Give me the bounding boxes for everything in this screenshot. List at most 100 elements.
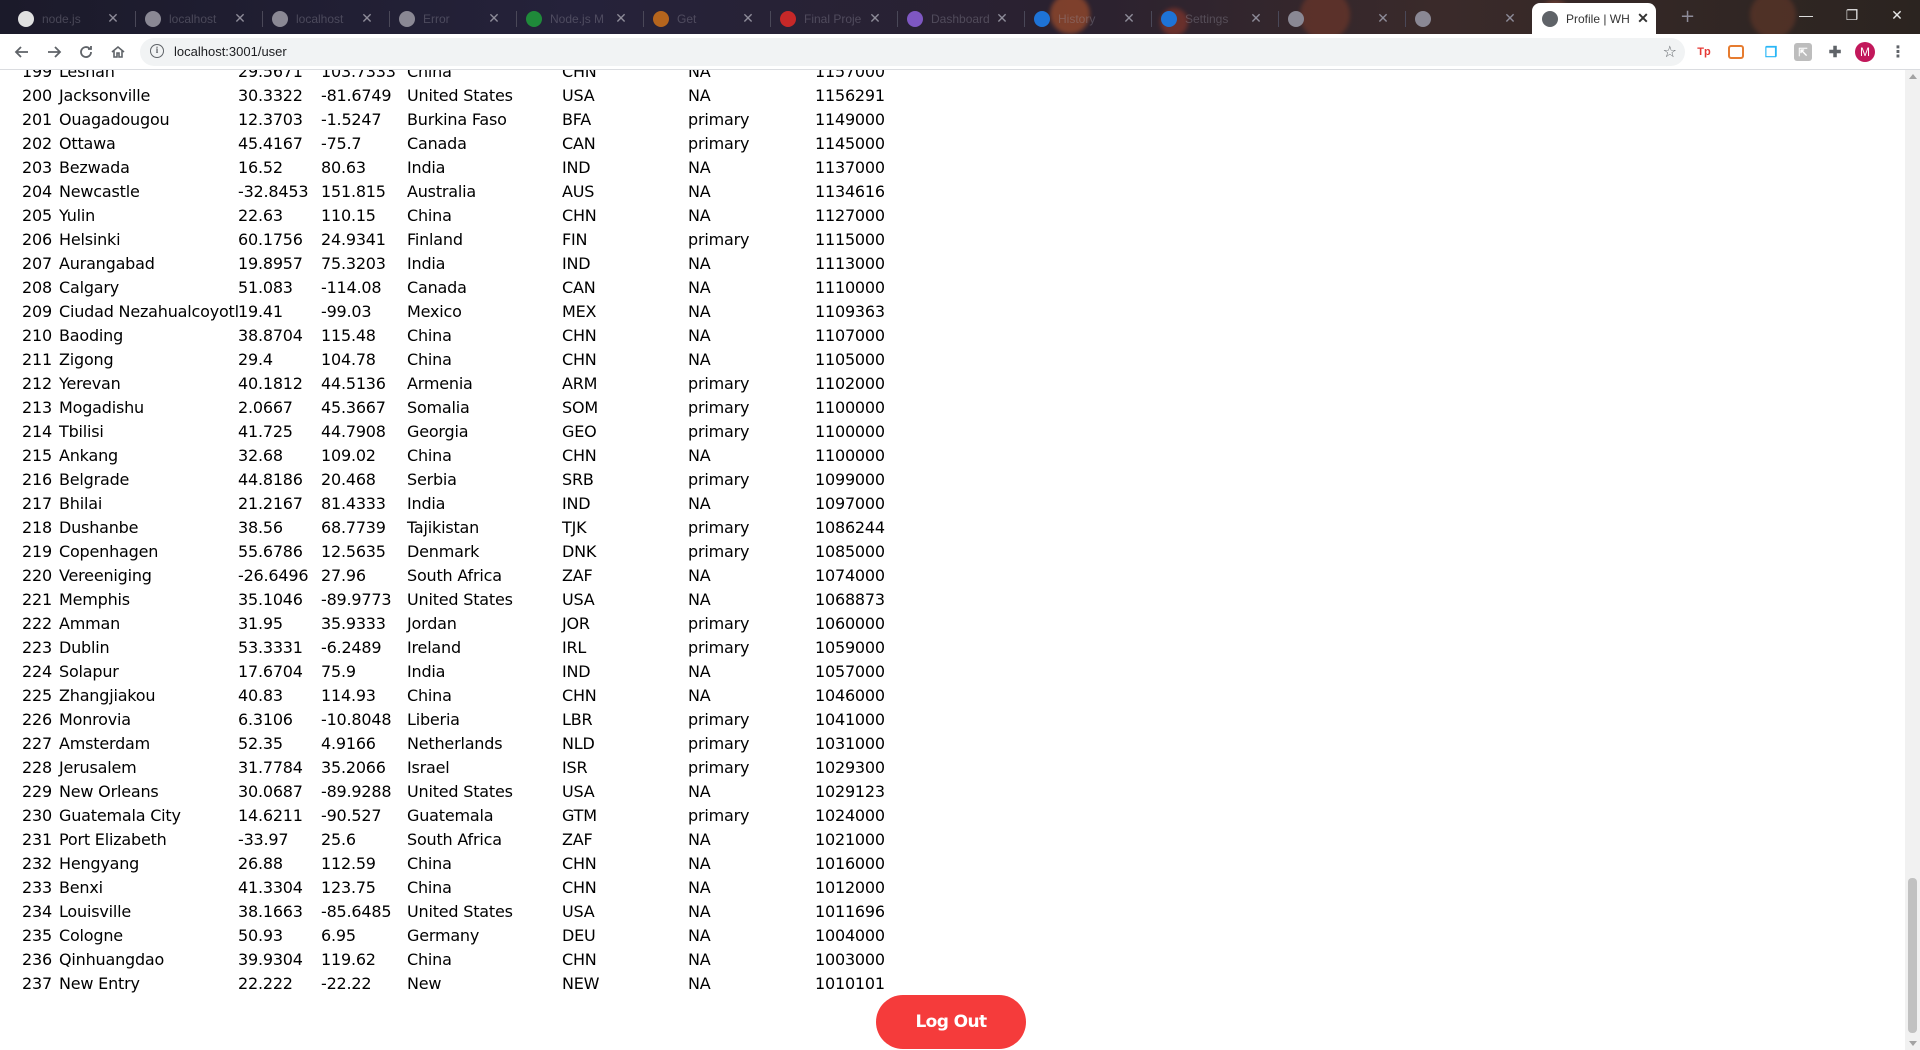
latitude-cell: 14.6211	[238, 806, 303, 825]
city-name-cell: Ciudad Nezahualcoyotl	[59, 302, 239, 321]
longitude-cell: 115.48	[321, 326, 376, 345]
city-name-cell: Yulin	[59, 206, 96, 225]
capital-status-cell: NA	[688, 974, 711, 993]
iso3-cell: IND	[562, 662, 591, 681]
globe-icon	[1288, 10, 1304, 27]
logout-button[interactable]: Log Out	[876, 995, 1026, 1049]
browser-tab[interactable]: localhost ✕	[135, 3, 253, 34]
tab-close-icon[interactable]: ✕	[1122, 10, 1136, 27]
browser-tab[interactable]: Settings ✕	[1151, 3, 1269, 34]
tab-close-icon[interactable]: ✕	[1636, 10, 1650, 27]
country-cell: New	[407, 974, 442, 993]
browser-tab[interactable]: Final Proje ✕	[770, 3, 888, 34]
latitude-cell: 16.52	[238, 158, 283, 177]
close-window-button[interactable]: ✕	[1874, 0, 1920, 30]
latitude-cell: 31.7784	[238, 758, 303, 777]
tab-close-icon[interactable]: ✕	[741, 10, 755, 27]
tab-title: localhost	[296, 11, 344, 26]
scroll-down-icon[interactable]	[1909, 1041, 1917, 1046]
population-cell: 1157000	[815, 70, 885, 81]
country-cell: Somalia	[407, 398, 470, 417]
tab-title: Get	[677, 11, 697, 26]
country-cell: India	[407, 662, 446, 681]
city-name-cell: Cologne	[59, 926, 123, 945]
iso3-cell: IND	[562, 494, 591, 513]
city-name-cell: Jacksonville	[59, 86, 151, 105]
capital-status-cell: primary	[688, 398, 750, 417]
forward-button[interactable]	[42, 40, 66, 64]
home-button[interactable]	[106, 40, 130, 64]
browser-tab[interactable]: Dashboard ✕	[897, 3, 1015, 34]
scrollbar-thumb[interactable]	[1908, 878, 1917, 1033]
bookmark-star-icon[interactable]: ☆	[1663, 42, 1677, 61]
puzzle-icon[interactable]: ✚	[1826, 43, 1844, 61]
browser-tab[interactable]: node.js ✕	[8, 3, 126, 34]
address-bar[interactable]: i localhost:3001/user ☆	[140, 38, 1685, 66]
population-cell: 1115000	[815, 230, 885, 249]
row-id-cell: 207	[22, 254, 52, 273]
back-button[interactable]	[10, 40, 34, 64]
tab-close-icon[interactable]: ✕	[487, 10, 501, 27]
tab-active-profile[interactable]: Profile | WH ✕	[1532, 3, 1656, 34]
row-id-cell: 222	[22, 614, 52, 633]
row-id-cell: 228	[22, 758, 52, 777]
tab-close-icon[interactable]: ✕	[1376, 10, 1390, 27]
iso3-cell: IND	[562, 158, 591, 177]
tab-close-icon[interactable]: ✕	[995, 10, 1009, 27]
iso3-cell: USA	[562, 590, 595, 609]
home-icon	[111, 45, 125, 58]
url-text[interactable]: localhost:3001/user	[174, 44, 287, 59]
longitude-cell: 6.95	[321, 926, 356, 945]
latitude-cell: 44.8186	[238, 470, 303, 489]
tab-close-icon[interactable]: ✕	[614, 10, 628, 27]
city-name-cell: Hengyang	[59, 854, 140, 873]
avatar[interactable]: M	[1855, 42, 1875, 62]
iso3-cell: IND	[562, 254, 591, 273]
browser-tab[interactable]: Get ✕	[643, 3, 761, 34]
site-info-icon[interactable]: i	[150, 44, 164, 58]
row-id-cell: 213	[22, 398, 52, 417]
row-id-cell: 235	[22, 926, 52, 945]
tab-close-icon[interactable]: ✕	[1249, 10, 1263, 27]
tab-close-icon[interactable]: ✕	[233, 10, 247, 27]
extension-drop-icon[interactable]: ❒	[1762, 43, 1780, 61]
reload-button[interactable]	[74, 40, 98, 64]
menu-kebab-icon[interactable]: ⋮	[1890, 42, 1906, 61]
browser-tab[interactable]: History ✕	[1024, 3, 1142, 34]
iso3-cell: NLD	[562, 734, 595, 753]
extension-tp-icon[interactable]: Tp	[1695, 43, 1713, 61]
longitude-cell: -10.8048	[321, 710, 392, 729]
minimize-button[interactable]: —	[1783, 0, 1829, 30]
extension-grey-icon[interactable]: ⇱	[1794, 43, 1812, 61]
browser-tab[interactable]: Error ✕	[389, 3, 507, 34]
row-id-cell: 211	[22, 350, 52, 369]
browser-tab[interactable]: ✕	[1278, 3, 1396, 34]
scroll-up-icon[interactable]	[1909, 74, 1917, 79]
tab-close-icon[interactable]: ✕	[106, 10, 120, 27]
iso3-cell: LBR	[562, 710, 593, 729]
country-cell: China	[407, 206, 452, 225]
capital-status-cell: NA	[688, 446, 711, 465]
vertical-scrollbar[interactable]	[1905, 70, 1920, 1050]
city-name-cell: Amsterdam	[59, 734, 151, 753]
country-cell: China	[407, 854, 452, 873]
country-cell: Jordan	[407, 614, 457, 633]
city-name-cell: Monrovia	[59, 710, 131, 729]
browser-tab[interactable]: ✕	[1405, 3, 1523, 34]
tab-close-icon[interactable]: ✕	[360, 10, 374, 27]
browser-tab[interactable]: Node.js M ✕	[516, 3, 634, 34]
longitude-cell: 123.75	[321, 878, 376, 897]
country-cell: Mexico	[407, 302, 462, 321]
history-icon	[1034, 10, 1050, 27]
maximize-button[interactable]: ❐	[1829, 0, 1875, 30]
capital-status-cell: NA	[688, 494, 711, 513]
cast-icon[interactable]	[1728, 45, 1744, 59]
row-id-cell: 201	[22, 110, 52, 129]
new-tab-button[interactable]: +	[1680, 6, 1695, 27]
iso3-cell: FIN	[562, 230, 588, 249]
latitude-cell: 55.6786	[238, 542, 303, 561]
tab-close-icon[interactable]: ✕	[868, 10, 882, 27]
tab-close-icon[interactable]: ✕	[1503, 10, 1517, 27]
country-cell: Netherlands	[407, 734, 503, 753]
browser-tab[interactable]: localhost ✕	[262, 3, 380, 34]
